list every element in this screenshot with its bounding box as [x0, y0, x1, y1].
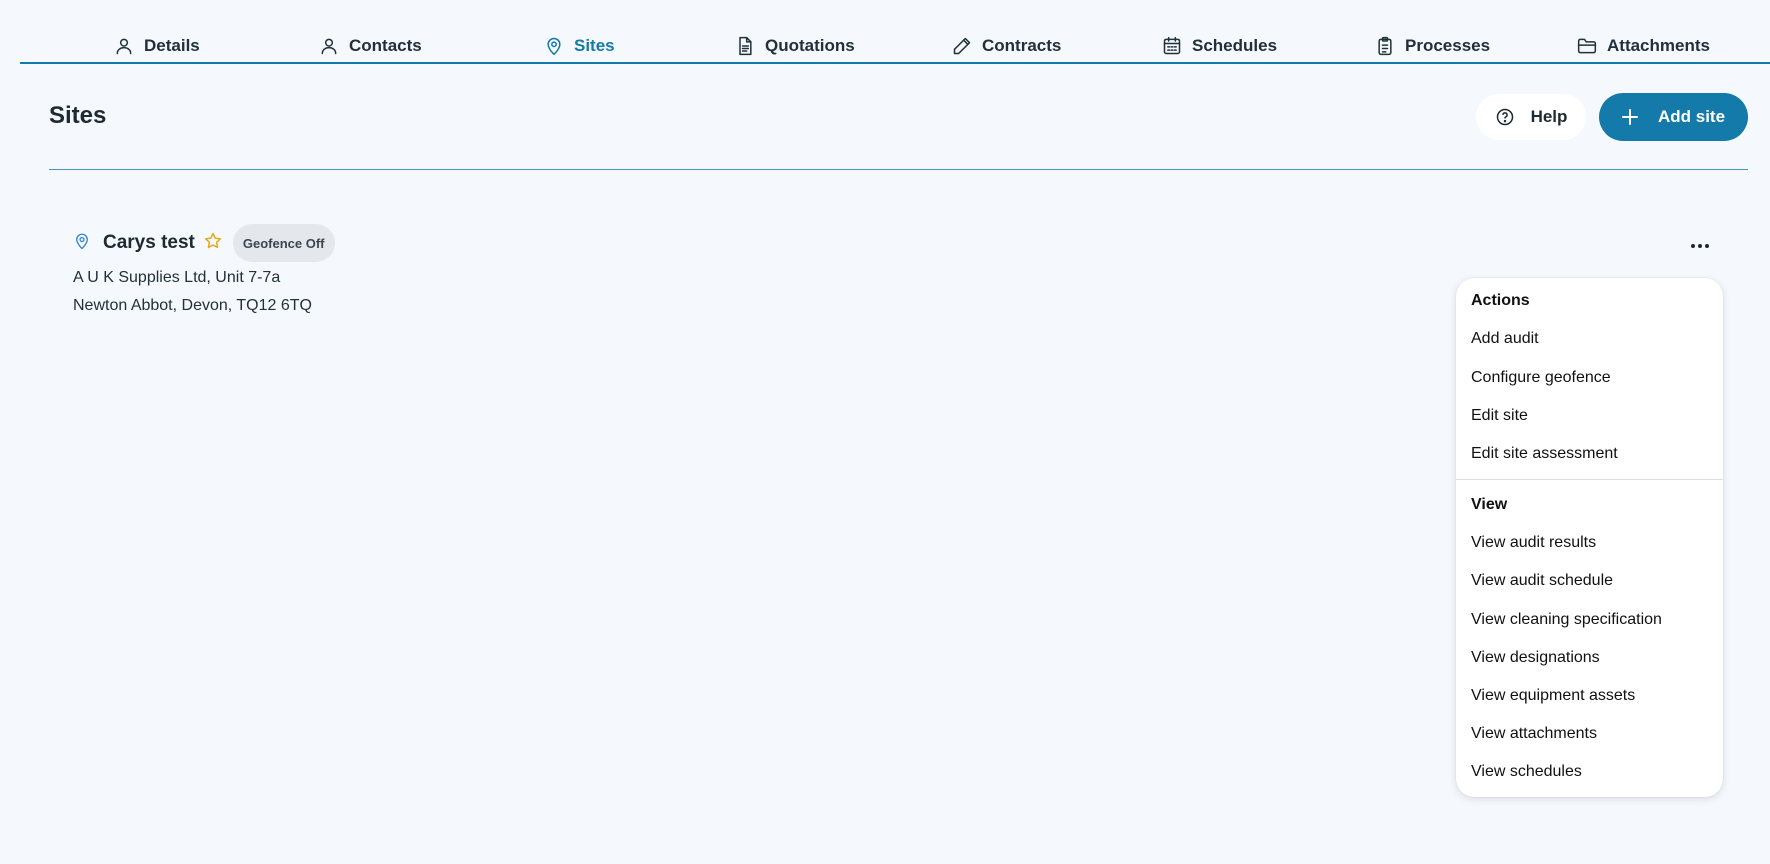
site-address-line1: A U K Supplies Ltd, Unit 7-7a: [73, 269, 281, 286]
menu-heading-view: View: [1471, 496, 1508, 513]
tab-processes[interactable]: Processes: [1375, 33, 1490, 59]
tab-attachments[interactable]: Attachments: [1577, 33, 1710, 59]
ellipsis-icon-dot: [1691, 244, 1695, 248]
menu-item-view-cleaning-specification[interactable]: View cleaning specification: [1471, 608, 1711, 632]
add-site-button[interactable]: Add site: [1599, 93, 1748, 141]
tab-sites[interactable]: Sites: [544, 33, 615, 59]
menu-item-edit-site-assessment[interactable]: Edit site assessment: [1471, 442, 1711, 466]
favorite-star-icon[interactable]: [203, 231, 223, 256]
site-name[interactable]: Carys test: [103, 232, 195, 254]
tab-label: Schedules: [1192, 36, 1278, 55]
tab-label: Contracts: [982, 36, 1062, 55]
menu-item-add-audit[interactable]: Add audit: [1471, 327, 1711, 351]
tab-contacts[interactable]: Contacts: [319, 33, 422, 59]
tab-bar: Details Contacts Sites Quotations Contra…: [20, 0, 1770, 64]
help-button-label: Help: [1530, 107, 1568, 126]
tab-contracts[interactable]: Contracts: [952, 33, 1061, 59]
user-icon: [321, 38, 337, 55]
clipboard-icon: [1378, 36, 1392, 56]
question-circle-icon: [1496, 108, 1513, 126]
menu-heading-actions: Actions: [1471, 292, 1530, 309]
menu-separator: [1456, 479, 1723, 480]
plus-icon: [1621, 109, 1638, 125]
menu-item-view-designations[interactable]: View designations: [1471, 646, 1711, 670]
user-icon: [116, 38, 132, 55]
site-address-line2: Newton Abbot, Devon, TQ12 6TQ: [73, 297, 312, 314]
ellipsis-icon-dot: [1705, 244, 1709, 248]
menu-item-view-equipment-assets[interactable]: View equipment assets: [1471, 684, 1711, 708]
tab-label: Processes: [1405, 36, 1491, 55]
app-root: Details Contacts Sites Quotations Contra…: [0, 0, 1770, 864]
header-divider: [49, 169, 1748, 170]
menu-item-configure-geofence[interactable]: Configure geofence: [1471, 366, 1711, 390]
folder-icon: [1577, 38, 1597, 54]
menu-item-view-schedules[interactable]: View schedules: [1471, 760, 1711, 784]
add-site-button-label: Add site: [1657, 107, 1726, 126]
tab-schedules[interactable]: Schedules: [1162, 33, 1277, 59]
page-title: Sites: [49, 102, 107, 129]
ellipsis-icon-dot: [1698, 244, 1702, 248]
calendar-icon: [1163, 36, 1181, 55]
tab-label: Attachments: [1607, 36, 1710, 55]
menu-item-view-audit-results[interactable]: View audit results: [1471, 531, 1711, 555]
menu-item-view-attachments[interactable]: View attachments: [1471, 722, 1711, 746]
tab-details[interactable]: Details: [114, 33, 200, 59]
menu-item-edit-site[interactable]: Edit site: [1471, 404, 1711, 428]
tab-quotations[interactable]: Quotations: [735, 33, 855, 59]
site-header: Carys test Geofence Off: [73, 224, 335, 262]
tab-label: Details: [144, 36, 200, 55]
help-button[interactable]: Help: [1476, 94, 1586, 140]
geofence-status-badge: Geofence Off: [232, 224, 335, 262]
menu-item-view-audit-schedule[interactable]: View audit schedule: [1471, 569, 1711, 593]
more-options-button[interactable]: [1686, 234, 1714, 258]
tab-label: Quotations: [765, 36, 855, 55]
document-icon: [739, 36, 752, 56]
tab-label: Contacts: [349, 36, 422, 55]
pencil-icon: [953, 37, 971, 55]
map-pin-icon: [73, 231, 91, 256]
site-actions-menu: Actions Add audit Configure geofence Edi…: [1456, 278, 1723, 797]
map-pin-icon: [547, 37, 561, 56]
tab-label: Sites: [574, 36, 615, 55]
